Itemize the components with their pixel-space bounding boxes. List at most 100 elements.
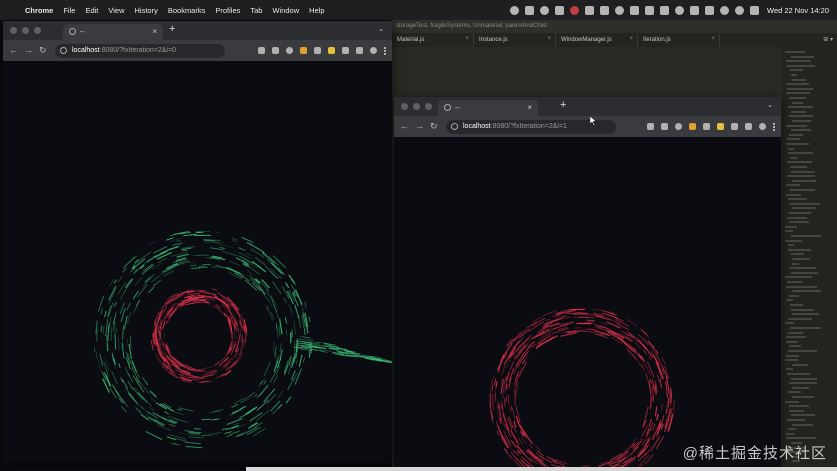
extension-icon[interactable] — [675, 123, 682, 130]
chevron-down-icon[interactable]: ⌄ — [378, 25, 384, 33]
search-icon[interactable] — [735, 5, 744, 15]
extension-icon[interactable] — [314, 47, 321, 54]
more-menu-icon[interactable] — [773, 122, 775, 131]
bookmark-star-icon[interactable] — [661, 123, 668, 130]
minimap-line — [790, 327, 821, 329]
menu-bookmarks[interactable]: Bookmarks — [163, 6, 211, 15]
minimap-line — [790, 304, 803, 306]
url-path: :8080/?fxIteration=2&i=0 — [99, 47, 176, 54]
url-path: :8080/?fxIteration=2&i=1 — [490, 123, 567, 130]
status-screen-icon[interactable] — [585, 5, 594, 15]
menu-edit[interactable]: Edit — [80, 6, 103, 15]
status-box-icon[interactable] — [600, 5, 609, 15]
display-icon[interactable] — [690, 5, 699, 15]
extension-icon[interactable] — [286, 47, 293, 54]
extension-icon[interactable] — [300, 47, 307, 54]
extension-icon[interactable] — [689, 123, 696, 130]
share-icon[interactable] — [647, 123, 654, 130]
status-battery-tool-icon[interactable] — [630, 5, 639, 15]
new-tab-button[interactable]: + — [169, 23, 175, 35]
menubar-clock[interactable]: Wed 22 Nov 14:20 — [767, 6, 829, 15]
extension-icon[interactable] — [703, 123, 710, 130]
menu-profiles[interactable]: Profiles — [210, 6, 245, 15]
extension-icon[interactable] — [717, 123, 724, 130]
puzzle-icon[interactable] — [731, 123, 738, 130]
back-icon[interactable]: ← — [400, 121, 409, 132]
minimap-line — [791, 170, 815, 173]
volume-icon[interactable] — [645, 5, 654, 15]
webgl-canvas-left[interactable] — [3, 61, 392, 463]
browser-tab[interactable]: -- × — [438, 100, 538, 116]
close-icon[interactable]: × — [152, 27, 157, 36]
close-window-button[interactable] — [401, 103, 408, 110]
new-tab-button[interactable]: + — [560, 99, 566, 111]
status-extension-icon[interactable] — [525, 5, 534, 15]
page-viewport[interactable] — [394, 137, 781, 471]
reload-icon[interactable]: ↻ — [39, 45, 47, 56]
battery-icon[interactable] — [705, 5, 714, 15]
profile-icon[interactable] — [370, 47, 377, 54]
bluetooth-icon[interactable] — [660, 5, 669, 15]
status-record-icon[interactable] — [570, 5, 579, 15]
status-clock-icon[interactable] — [615, 5, 624, 15]
info-icon[interactable] — [451, 123, 458, 130]
minimap-line — [786, 336, 806, 339]
globe-icon — [444, 104, 451, 111]
profile-icon[interactable] — [759, 123, 766, 130]
menu-app-chrome[interactable]: Chrome — [20, 6, 58, 15]
minimize-window-button[interactable] — [22, 27, 29, 34]
extension-icon[interactable] — [328, 47, 335, 54]
menu-view[interactable]: View — [103, 6, 129, 15]
side-panel-icon[interactable] — [745, 123, 752, 130]
toolbar-icons — [258, 46, 392, 55]
minimap-line — [786, 83, 809, 86]
browser-tab[interactable]: -- × — [63, 24, 163, 40]
wifi-icon[interactable] — [720, 5, 729, 15]
menu-file[interactable]: File — [58, 6, 80, 15]
chevron-down-icon[interactable]: ⌄ — [767, 101, 773, 109]
close-icon[interactable]: × — [629, 36, 633, 42]
menu-help[interactable]: Help — [304, 6, 329, 15]
menu-history[interactable]: History — [130, 6, 163, 15]
editor-tab-instance[interactable]: Instance.js × — [474, 33, 556, 47]
bookmark-star-icon[interactable] — [272, 47, 279, 54]
status-cloud-icon[interactable] — [540, 5, 549, 15]
close-window-button[interactable] — [10, 27, 17, 34]
info-icon[interactable] — [60, 47, 67, 54]
page-viewport[interactable] — [3, 61, 392, 463]
forward-icon[interactable]: → — [415, 121, 424, 132]
minimap-line — [786, 285, 817, 288]
editor-tab-iteration[interactable]: Iteration.js × — [638, 33, 720, 47]
control-center-icon[interactable] — [750, 5, 759, 15]
zoom-window-button[interactable] — [34, 27, 41, 34]
minimap-line — [786, 92, 810, 95]
status-chat-icon[interactable] — [555, 5, 564, 15]
share-icon[interactable] — [258, 47, 265, 54]
menu-tab[interactable]: Tab — [245, 6, 267, 15]
back-icon[interactable]: ← — [9, 45, 18, 56]
status-app-icon[interactable] — [510, 5, 519, 15]
editor-tab-material[interactable]: Material.js × — [392, 33, 474, 47]
minimap-line — [792, 120, 811, 122]
more-menu-icon[interactable] — [384, 46, 386, 55]
forward-icon[interactable]: → — [24, 45, 33, 56]
editor-minimap[interactable] — [782, 47, 837, 471]
side-panel-icon[interactable] — [356, 47, 363, 54]
webgl-canvas-right[interactable] — [394, 137, 781, 471]
minimize-window-button[interactable] — [413, 103, 420, 110]
editor-tab-windowmanager[interactable]: WindowManager.js × — [556, 33, 638, 47]
play-icon[interactable] — [675, 5, 684, 15]
menu-window[interactable]: Window — [267, 6, 304, 15]
minimap-line — [786, 143, 809, 145]
puzzle-icon[interactable] — [342, 47, 349, 54]
editor-tab-controls[interactable]: ⊞ ▾ — [819, 33, 837, 47]
address-bar[interactable]: localhost:8080/?fxIteration=2&i=0 — [55, 43, 225, 58]
close-icon[interactable]: × — [527, 103, 532, 112]
close-icon[interactable]: × — [547, 36, 551, 42]
close-icon[interactable]: × — [711, 36, 715, 42]
reload-icon[interactable]: ↻ — [430, 121, 438, 132]
close-icon[interactable]: × — [465, 36, 469, 42]
zoom-window-button[interactable] — [425, 103, 432, 110]
mouse-cursor-icon — [590, 116, 597, 126]
minimap-line — [792, 179, 816, 182]
